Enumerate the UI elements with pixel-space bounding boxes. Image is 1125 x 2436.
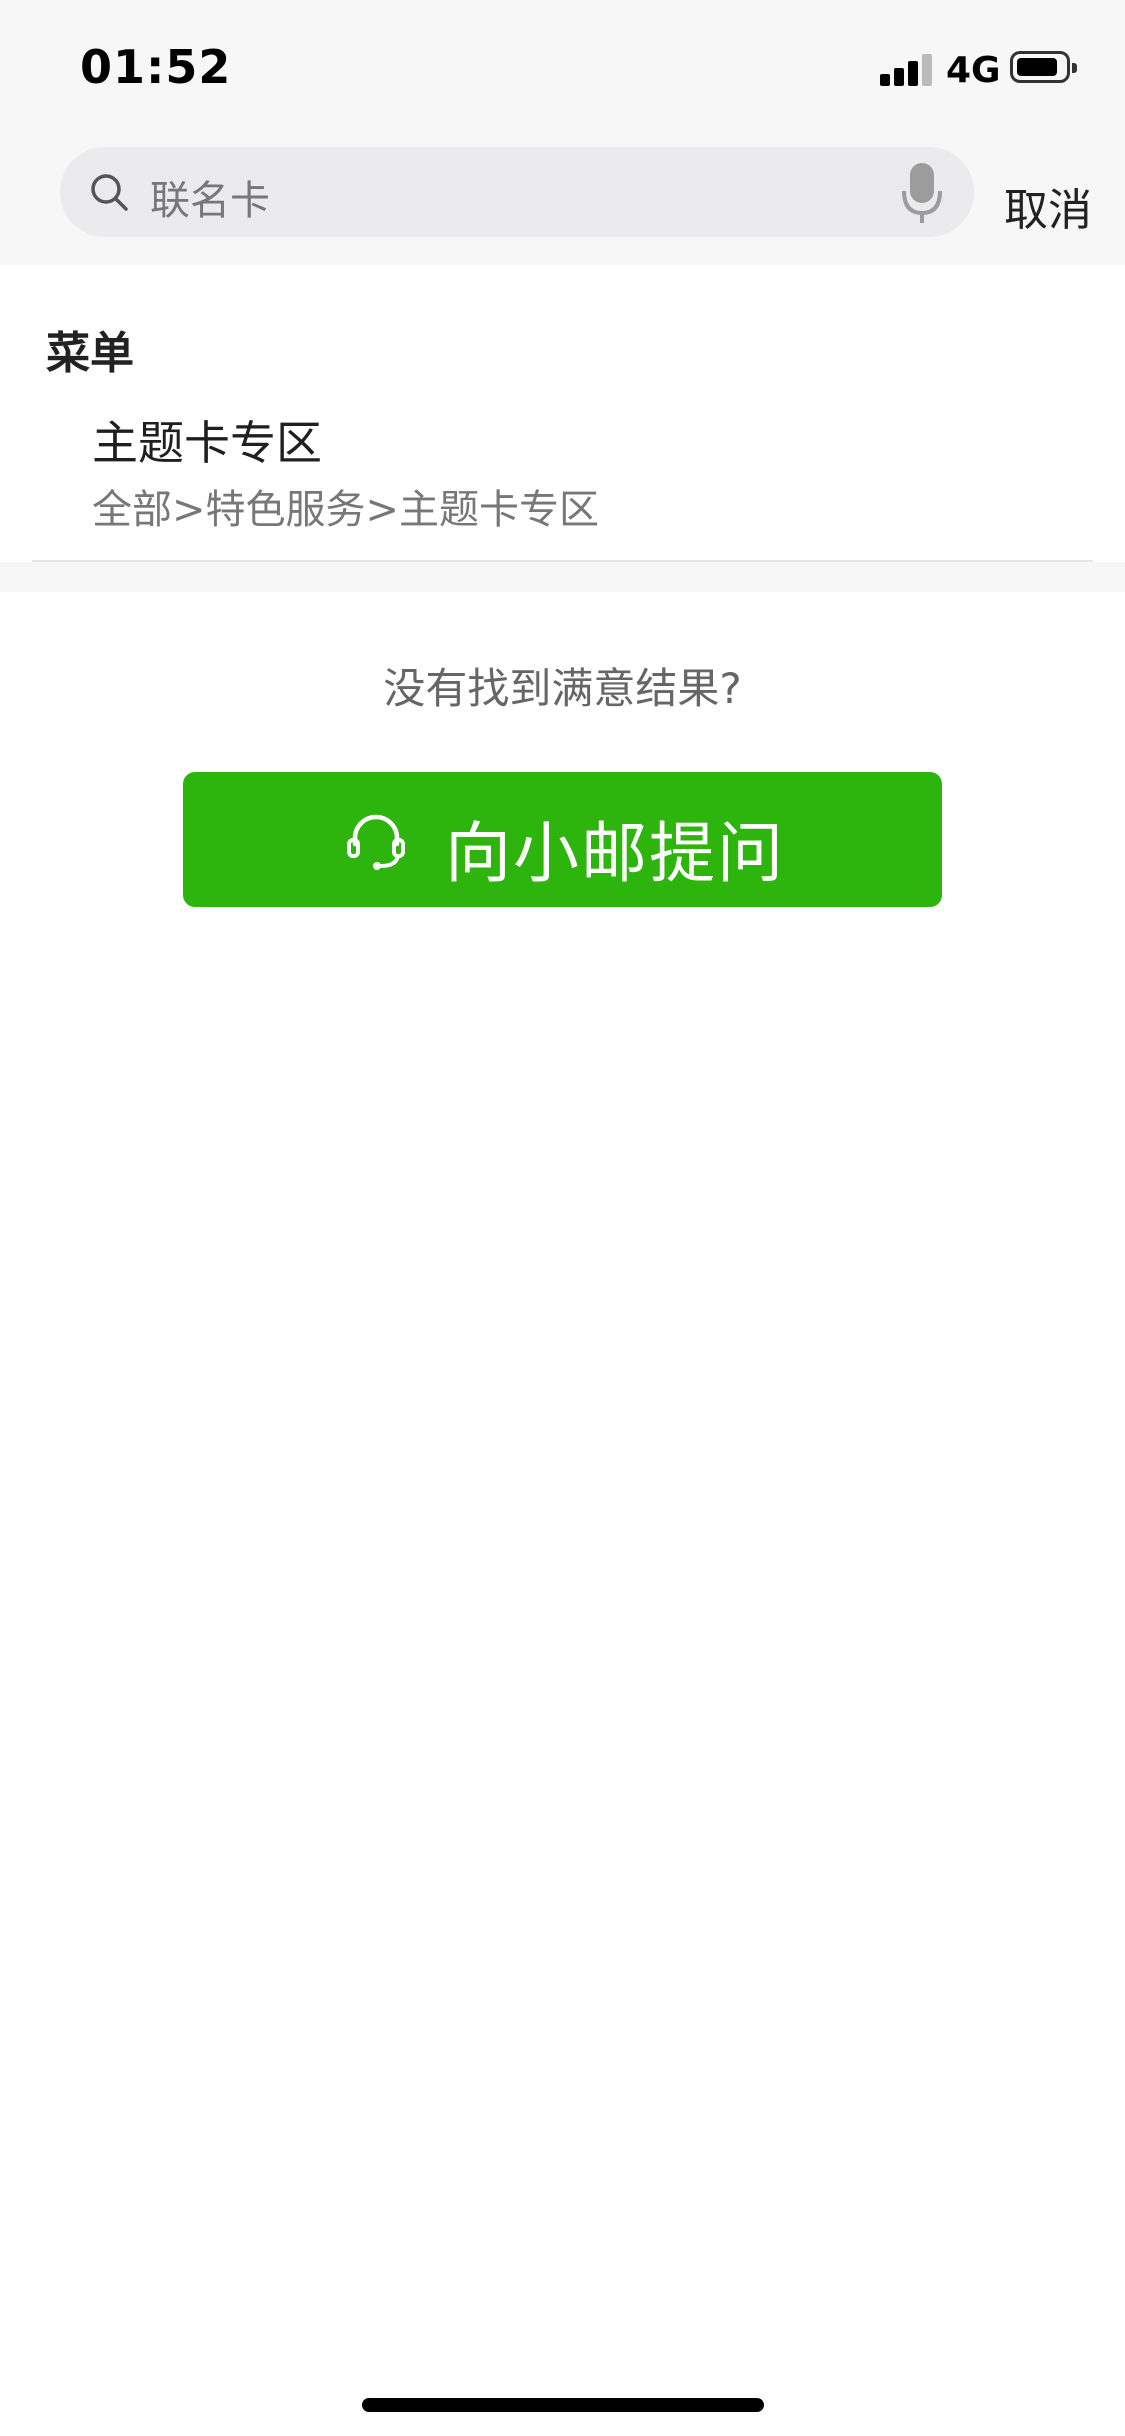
search-input[interactable]: 联名卡 (60, 147, 974, 237)
home-indicator[interactable] (362, 2398, 764, 2412)
section-gap (0, 562, 1125, 592)
ask-button-label: 向小邮提问 (445, 815, 785, 892)
status-time: 01:52 (80, 40, 232, 94)
result-path: 全部>特色服务>主题卡专区 (92, 487, 600, 533)
not-found-prompt: 没有找到满意结果? (383, 664, 742, 713)
network-type: 4G (946, 50, 1001, 91)
cancel-button[interactable]: 取消 (1004, 174, 1092, 238)
search-icon (91, 174, 128, 211)
headset-icon (347, 814, 405, 870)
signal-icon (880, 52, 936, 86)
search-header: 联名卡 取消 (0, 130, 1125, 265)
status-bar: 01:52 4G (0, 0, 1125, 130)
section-title-menu: 菜单 (46, 328, 134, 379)
battery-icon (1010, 51, 1077, 83)
search-results: 菜单 主题卡专区 全部>特色服务>主题卡专区 (0, 265, 1125, 562)
ask-assistant-button[interactable]: 向小邮提问 (183, 772, 942, 907)
search-query-text: 联名卡 (150, 178, 270, 224)
result-item[interactable]: 主题卡专区 全部>特色服务>主题卡专区 (0, 395, 1125, 555)
microphone-icon[interactable] (898, 161, 946, 225)
result-title: 主题卡专区 (92, 416, 322, 470)
